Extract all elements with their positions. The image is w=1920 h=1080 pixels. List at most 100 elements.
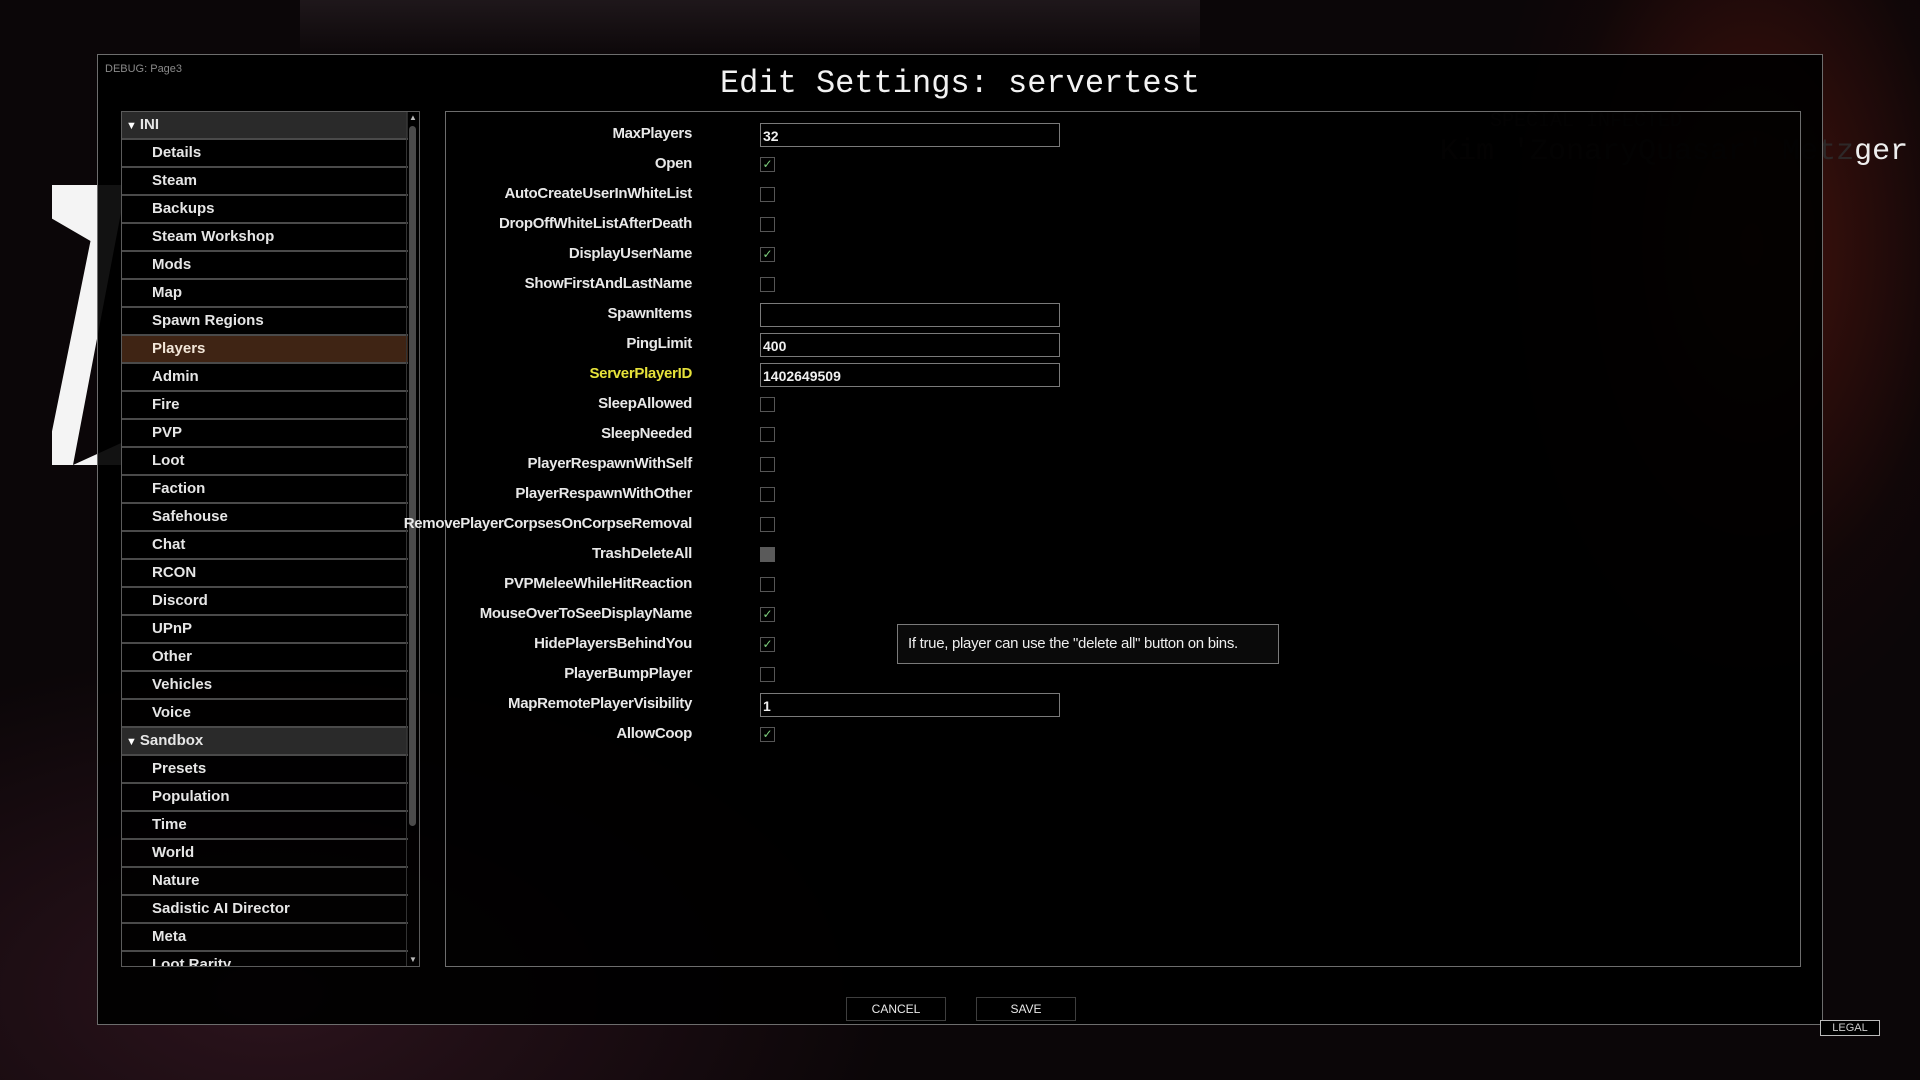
expand-triangle-icon[interactable]: ▼ (126, 113, 137, 139)
sidebar-item-chat[interactable]: Chat (122, 532, 408, 560)
setting-row: AllowCoop ✓ (446, 721, 1346, 747)
setting-tooltip: If true, player can use the "delete all"… (897, 624, 1279, 664)
sidebar-group-sandbox[interactable]: ▼ Sandbox (122, 728, 408, 756)
sidebar-scrollbar[interactable]: ▲ ▼ (406, 112, 419, 966)
setting-label: PlayerRespawnWithOther (515, 485, 692, 502)
setting-row: DisplayUserName ✓ (446, 241, 1346, 267)
sidebar-item-world[interactable]: World (122, 840, 408, 868)
setting-label: PingLimit (626, 335, 692, 352)
sidebar-item-loot-rarity[interactable]: Loot Rarity (122, 952, 408, 966)
setting-row: PingLimit (446, 331, 1346, 357)
sidebar-item-label: Steam (152, 172, 198, 189)
setting-input-mapremoteplayervisibility[interactable] (760, 693, 1060, 717)
sidebar-item-label: Details (152, 144, 202, 161)
sidebar-item-map[interactable]: Map (122, 280, 408, 308)
save-button[interactable]: SAVE (976, 997, 1076, 1021)
setting-input-spawnitems[interactable] (760, 303, 1060, 327)
sidebar-item-time[interactable]: Time (122, 812, 408, 840)
setting-checkbox-showfirstandlastname[interactable] (760, 277, 775, 292)
setting-row: DropOffWhiteListAfterDeath (446, 211, 1346, 237)
setting-row: SleepAllowed (446, 391, 1346, 417)
sidebar-item-spawn-regions[interactable]: Spawn Regions (122, 308, 408, 336)
sidebar-item-faction[interactable]: Faction (122, 476, 408, 504)
sidebar-item-details[interactable]: Details (122, 140, 408, 168)
setting-checkbox-sleepallowed[interactable] (760, 397, 775, 412)
setting-checkbox-playerbumpplayer[interactable] (760, 667, 775, 682)
setting-checkbox-autocreateuserinwhitelist[interactable] (760, 187, 775, 202)
cancel-button[interactable]: CANCEL (846, 997, 946, 1021)
sidebar-item-admin[interactable]: Admin (122, 364, 408, 392)
setting-input-maxplayers[interactable] (760, 123, 1060, 147)
sidebar-item-label: Map (152, 284, 182, 301)
sidebar-group-ini[interactable]: ▼ INI (122, 112, 408, 140)
setting-row: MaxPlayers (446, 121, 1346, 147)
sidebar-item-backups[interactable]: Backups (122, 196, 408, 224)
sidebar-item-voice[interactable]: Voice (122, 700, 408, 728)
setting-checkbox-allowcoop[interactable]: ✓ (760, 727, 775, 742)
setting-label: ShowFirstAndLastName (524, 275, 693, 292)
setting-label: MaxPlayers (612, 125, 692, 142)
setting-label: SpawnItems (607, 305, 692, 322)
sidebar-item-mods[interactable]: Mods (122, 252, 408, 280)
scroll-up-icon[interactable]: ▲ (407, 112, 419, 124)
setting-label: RemovePlayerCorpsesOnCorpseRemoval (403, 515, 693, 532)
setting-label: MouseOverToSeeDisplayName (479, 605, 693, 622)
setting-checkbox-hideplayersbehindyou[interactable]: ✓ (760, 637, 775, 652)
sidebar-item-sadistic-ai-director[interactable]: Sadistic AI Director (122, 896, 408, 924)
page-title: Edit Settings: servertest (719, 65, 1201, 102)
sidebar-item-upnp[interactable]: UPnP (122, 616, 408, 644)
setting-row: PVPMeleeWhileHitReaction (446, 571, 1346, 597)
setting-input-serverplayerid[interactable] (760, 363, 1060, 387)
scrollbar-thumb[interactable] (409, 126, 416, 826)
setting-label: AllowCoop (616, 725, 692, 742)
sidebar-item-presets[interactable]: Presets (122, 756, 408, 784)
setting-label: PVPMeleeWhileHitReaction (504, 575, 692, 592)
setting-checkbox-trashdeleteall[interactable] (760, 547, 775, 562)
category-items: ▼ INI Details Steam Backups Steam Workshop Mod… (122, 112, 408, 966)
setting-checkbox-dropoffwhitelistafterdeath[interactable] (760, 217, 775, 232)
sidebar-item-other[interactable]: Other (122, 644, 408, 672)
setting-input-pinglimit[interactable] (760, 333, 1060, 357)
sidebar-item-safehouse[interactable]: Safehouse (122, 504, 408, 532)
setting-row: SleepNeeded (446, 421, 1346, 447)
setting-label: Open (654, 155, 692, 172)
sidebar-item-label: Backups (152, 200, 215, 217)
sidebar-item-steam[interactable]: Steam (122, 168, 408, 196)
setting-row: AutoCreateUserInWhiteList (446, 181, 1346, 207)
sidebar-item-discord[interactable]: Discord (122, 588, 408, 616)
setting-checkbox-removeplayercorpsesoncorpseremoval[interactable] (760, 517, 775, 532)
setting-label: ServerPlayerID (589, 365, 692, 382)
sidebar-item-label: UPnP (152, 620, 193, 637)
legal-button[interactable]: LEGAL (1820, 1020, 1880, 1036)
sidebar-item-vehicles[interactable]: Vehicles (122, 672, 408, 700)
sidebar-item-meta[interactable]: Meta (122, 924, 408, 952)
sidebar-item-nature[interactable]: Nature (122, 868, 408, 896)
checkmark-icon: ✓ (762, 247, 773, 261)
setting-checkbox-displayusername[interactable]: ✓ (760, 247, 775, 262)
sidebar-item-pvp[interactable]: PVP (122, 420, 408, 448)
sidebar-item-label: Fire (152, 396, 180, 413)
scroll-down-icon[interactable]: ▼ (407, 954, 419, 966)
setting-row: ServerPlayerID (446, 361, 1346, 387)
sidebar-item-loot[interactable]: Loot (122, 448, 408, 476)
sidebar-item-rcon[interactable]: RCON (122, 560, 408, 588)
setting-checkbox-open[interactable]: ✓ (760, 157, 775, 172)
sidebar-item-population[interactable]: Population (122, 784, 408, 812)
sidebar-item-label: Faction (152, 480, 206, 497)
sidebar-item-fire[interactable]: Fire (122, 392, 408, 420)
expand-triangle-icon[interactable]: ▼ (126, 729, 137, 755)
sidebar-item-label: Safehouse (152, 508, 228, 525)
setting-label: PlayerBumpPlayer (564, 665, 692, 682)
setting-row: PlayerBumpPlayer (446, 661, 1346, 687)
setting-checkbox-sleepneeded[interactable] (760, 427, 775, 442)
setting-checkbox-pvpmeleewhilehitreaction[interactable] (760, 577, 775, 592)
setting-checkbox-playerrespawnwithself[interactable] (760, 457, 775, 472)
setting-checkbox-mouseovertoseedisplayname[interactable]: ✓ (760, 607, 775, 622)
setting-checkbox-playerrespawnwithother[interactable] (760, 487, 775, 502)
sidebar-item-label: Loot (152, 452, 185, 469)
sidebar-item-steam-workshop[interactable]: Steam Workshop (122, 224, 408, 252)
sidebar-item-label: Players (152, 340, 206, 357)
setting-label: SleepAllowed (598, 395, 692, 412)
sidebar-item-players[interactable]: Players (122, 336, 408, 364)
sidebar-item-label: INI (139, 116, 160, 133)
